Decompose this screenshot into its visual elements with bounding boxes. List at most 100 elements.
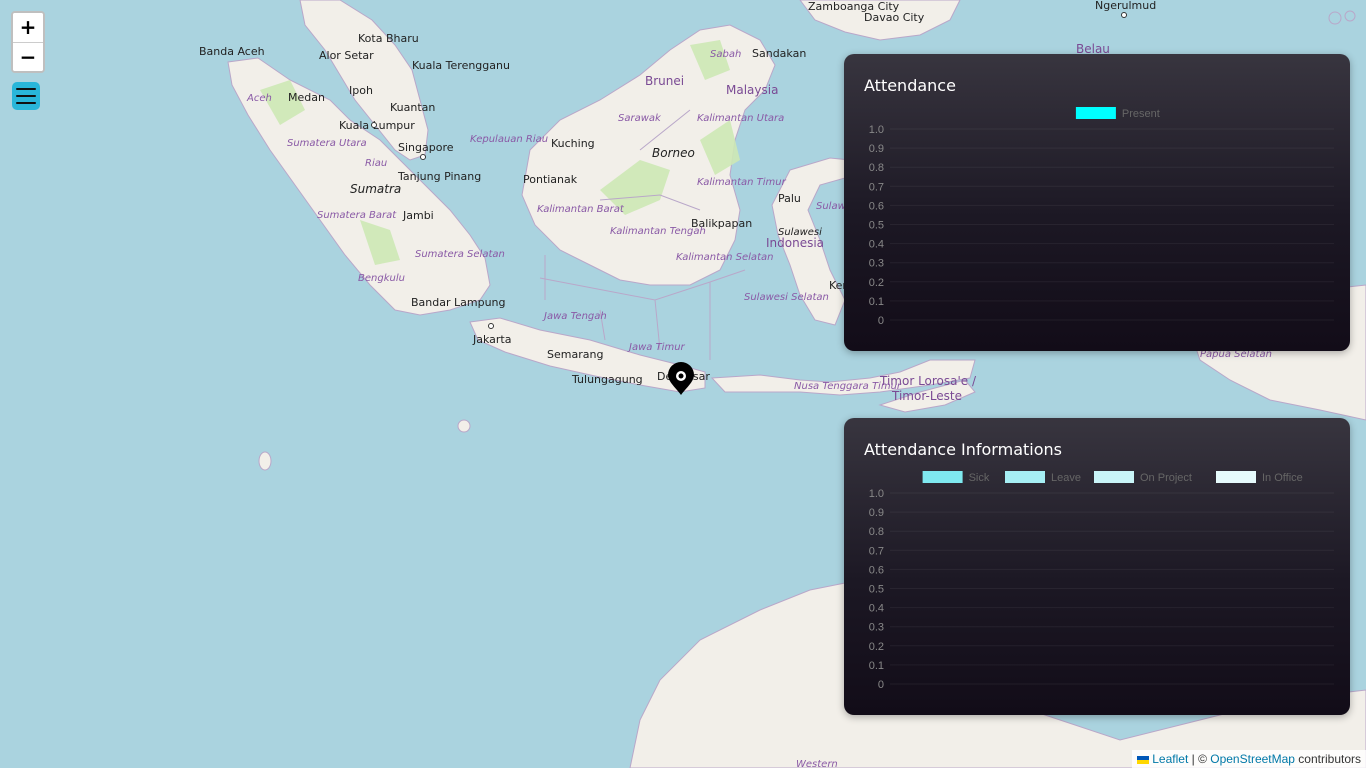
region-label: Sarawak <box>618 113 662 124</box>
city-label: Bandar Lampung <box>411 296 506 309</box>
attendance-info-legend-swatch[interactable] <box>922 471 963 483</box>
city-label: Sandakan <box>752 47 806 60</box>
menu-button[interactable] <box>12 82 40 110</box>
attendance-info-y-tick: 0.3 <box>869 622 884 634</box>
attendance-info-y-tick: 0.6 <box>869 564 884 576</box>
attendance-info-y-tick: 0.9 <box>869 507 884 519</box>
zoom-out-button[interactable]: − <box>13 42 43 71</box>
attendance-info-y-tick: 1.0 <box>869 488 884 500</box>
attendance-y-tick: 0.2 <box>869 277 884 289</box>
attendance-y-tick: 0.7 <box>869 181 884 193</box>
city-label: Kota Bharu <box>358 32 419 45</box>
city-label: Banda Aceh <box>199 45 265 58</box>
city-label: Davao City <box>864 11 925 24</box>
region-label: Sumatera Utara <box>287 138 367 149</box>
attendance-y-tick: 0 <box>878 315 884 327</box>
attendance-y-tick: 0.5 <box>869 220 884 232</box>
attendance-info-y-tick: 0.1 <box>869 660 884 672</box>
city-label: Jakarta <box>472 333 511 346</box>
attendance-legend-swatch[interactable] <box>1075 107 1116 119</box>
country-label: Timor-Leste <box>891 389 962 403</box>
region-label: Jawa Tengah <box>542 311 607 322</box>
map-attribution: Leaflet | © OpenStreetMap contributors <box>1132 750 1366 768</box>
attendance-info-chart: Sick Leave On Project In Office 1.0 0.9 0.8 0.7… <box>869 471 1334 691</box>
region-label: Kalimantan Selatan <box>676 252 773 263</box>
hamburger-icon <box>16 95 36 97</box>
ukraine-flag-icon <box>1137 755 1150 764</box>
attendance-y-tick: 0.9 <box>869 143 884 155</box>
attendance-y-tick: 0.3 <box>869 258 884 270</box>
city-label: Pontianak <box>523 173 578 186</box>
city-label: Kuala Lumpur <box>339 119 415 132</box>
island-marker <box>457 419 471 433</box>
hamburger-icon <box>16 102 36 104</box>
attendance-info-y-tick: 0.2 <box>869 641 884 653</box>
attendance-panel: Attendance Present 1.0 0.9 0.8 0.7 0.6 0.5 0.4 0… <box>844 54 1350 351</box>
attendance-info-y-tick: 0.5 <box>869 584 884 596</box>
region-label: Riau <box>365 158 387 169</box>
city-dot <box>371 122 377 128</box>
city-label: Jambi <box>402 209 434 222</box>
region-label: Nusa Tenggara Timur <box>794 381 902 392</box>
region-label: Western <box>796 759 838 768</box>
city-label: Semarang <box>547 348 603 361</box>
city-dot <box>488 323 494 329</box>
region-label: Aceh <box>246 93 272 104</box>
attribution-separator: | © <box>1188 752 1211 766</box>
attendance-info-y-tick: 0.7 <box>869 545 884 557</box>
region-label: Sabah <box>710 49 741 60</box>
attendance-legend-label[interactable]: Present <box>1122 108 1160 120</box>
city-label: Kuantan <box>390 101 435 114</box>
island-label: Sumatra <box>350 182 401 196</box>
island-label: Borneo <box>652 146 695 160</box>
region-label: Kalimantan Utara <box>697 113 784 124</box>
attendance-y-tick: 1.0 <box>869 124 884 136</box>
region-label: Bengkulu <box>358 273 405 284</box>
attendance-info-y-tick: 0.8 <box>869 526 884 538</box>
city-label: Alor Setar <box>319 49 374 62</box>
city-label: Tanjung Pinang <box>397 170 481 183</box>
region-label: Sulawesi Selatan <box>744 292 829 303</box>
country-label: Brunei <box>645 74 684 88</box>
attendance-chart: Present 1.0 0.9 0.8 0.7 0.6 0.5 0.4 0.3 0.2 0.1 0 <box>869 107 1334 327</box>
city-dot <box>420 154 426 160</box>
hamburger-icon <box>16 88 36 90</box>
zoom-control: + − <box>11 11 45 73</box>
attendance-info-legend-label[interactable]: On Project <box>1140 472 1192 484</box>
attendance-y-tick: 0.1 <box>869 296 884 308</box>
region-label: Sulaw <box>816 201 847 212</box>
attendance-info-y-tick: 0.4 <box>869 603 884 615</box>
city-label: Medan <box>288 91 325 104</box>
region-label: Sumatera Selatan <box>415 249 505 260</box>
country-label: Malaysia <box>726 83 778 97</box>
city-label: Kuala Terengganu <box>412 59 510 72</box>
leaflet-link[interactable]: Leaflet <box>1152 752 1188 766</box>
osm-link[interactable]: OpenStreetMap <box>1210 752 1295 766</box>
region-label: Kalimantan Barat <box>537 204 625 215</box>
region-label: Jawa Timur <box>627 342 686 353</box>
city-dot <box>1121 12 1127 18</box>
city-label: Ipoh <box>349 84 373 97</box>
city-label: Palu <box>778 192 801 205</box>
attendance-info-panel: Attendance Informations Sick Leave On Proj… <box>844 418 1350 715</box>
attendance-y-tick: 0.8 <box>869 162 884 174</box>
region-label: Kepulauan Riau <box>470 134 548 145</box>
zoom-in-button[interactable]: + <box>13 13 43 42</box>
attendance-info-legend-label[interactable]: In Office <box>1262 472 1303 484</box>
attendance-info-legend-swatch[interactable] <box>1216 471 1256 483</box>
city-label: Ngerulmud <box>1095 0 1156 12</box>
attendance-info-legend-swatch[interactable] <box>1005 471 1045 483</box>
attendance-y-tick: 0.6 <box>869 200 884 212</box>
attendance-info-legend-swatch[interactable] <box>1094 471 1134 483</box>
attendance-info-y-tick: 0 <box>878 679 884 691</box>
attendance-info-legend-label[interactable]: Sick <box>969 472 990 484</box>
country-label: Indonesia <box>766 236 824 250</box>
region-label: Kalimantan Timur <box>697 177 787 188</box>
attendance-info-legend-label[interactable]: Leave <box>1051 472 1081 484</box>
attribution-contributors: contributors <box>1294 752 1361 766</box>
region-label: Sumatera Barat <box>317 210 397 221</box>
attendance-y-tick: 0.4 <box>869 239 884 251</box>
city-label: Tulungagung <box>571 373 643 386</box>
island-marker <box>258 451 272 471</box>
city-label: Kuching <box>551 137 595 150</box>
